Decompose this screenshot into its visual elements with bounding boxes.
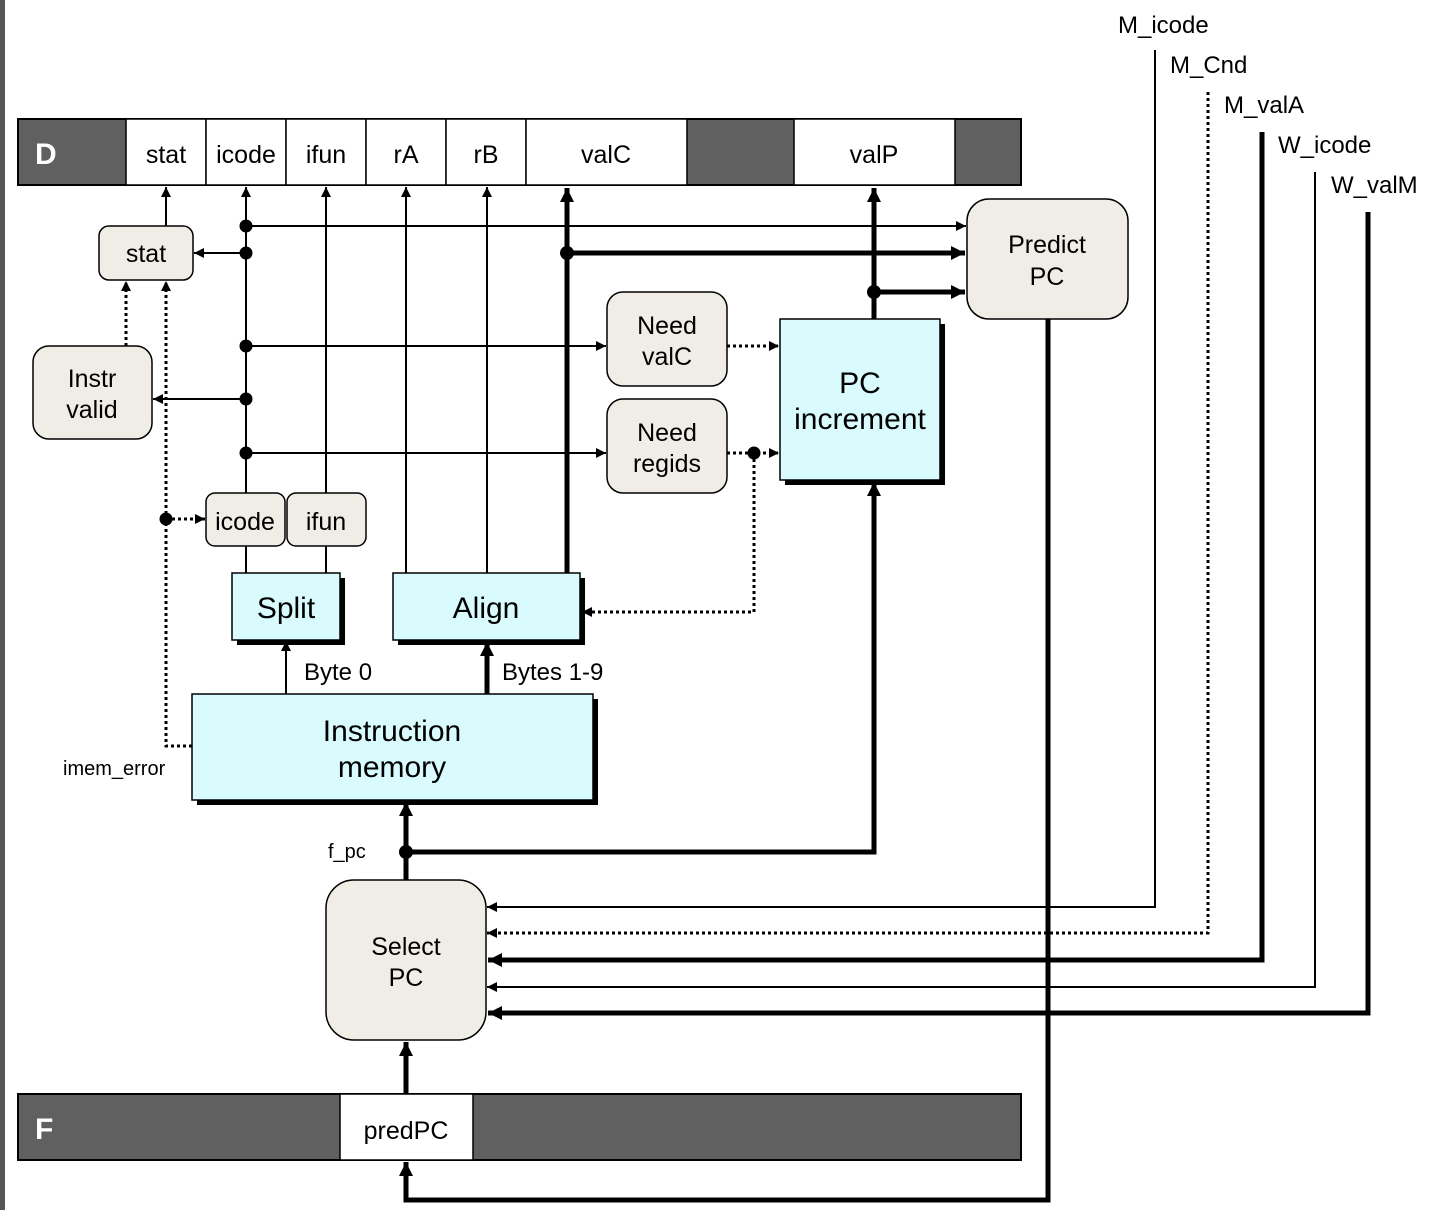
w-valm-label: W_valM	[1331, 172, 1418, 199]
svg-text:PC: PC	[1030, 263, 1065, 291]
instruction-memory-block: Instruction memory	[191, 693, 598, 805]
svg-text:Select: Select	[371, 933, 441, 961]
fetch-register: F predPC	[17, 1093, 1022, 1161]
decode-register: D stat icode ifun rA rB valC valP	[17, 118, 1022, 186]
svg-text:Align: Align	[453, 592, 520, 625]
svg-text:Predict: Predict	[1008, 231, 1086, 259]
byte0-label: Byte 0	[304, 659, 372, 686]
register-label-f: F	[35, 1113, 53, 1146]
need-valc-block: Need valC	[606, 291, 728, 387]
d-field-ifun: ifun	[306, 141, 346, 169]
pc-increment-block: PC increment	[779, 318, 945, 485]
svg-text:ifun: ifun	[306, 508, 346, 536]
svg-text:increment: increment	[794, 403, 926, 436]
svg-text:PC: PC	[389, 964, 424, 992]
svg-text:valid: valid	[66, 396, 117, 424]
split-block: Split	[231, 572, 345, 645]
svg-text:Instr: Instr	[68, 365, 117, 393]
svg-text:icode: icode	[215, 508, 275, 536]
f-pc-label: f_pc	[328, 841, 366, 863]
align-block: Align	[392, 572, 585, 645]
ifun-block: ifun	[286, 492, 367, 547]
svg-text:Split: Split	[257, 592, 316, 625]
predict-pc-block: Predict PC	[966, 198, 1129, 320]
d-field-icode: icode	[216, 141, 276, 169]
icode-block: icode	[205, 492, 286, 547]
d-field-valc: valC	[581, 141, 631, 169]
svg-text:Instruction: Instruction	[323, 715, 461, 748]
svg-text:PC: PC	[839, 367, 881, 400]
fetch-stage-diagram: D stat icode ifun rA rB valC valP F pred…	[17, 12, 1418, 1203]
svg-text:Need: Need	[637, 419, 697, 447]
d-field-ra: rA	[394, 141, 419, 169]
d-field-stat: stat	[146, 141, 186, 169]
svg-text:valC: valC	[642, 343, 692, 371]
d-field-rb: rB	[474, 141, 499, 169]
d-field-valp: valP	[850, 141, 899, 169]
m-icode-label: M_icode	[1118, 12, 1209, 39]
svg-text:memory: memory	[338, 751, 446, 784]
svg-text:regids: regids	[633, 450, 701, 478]
m-vala-label: M_valA	[1224, 92, 1304, 119]
f-field-predpc: predPC	[364, 1117, 449, 1145]
imem-error-label: imem_error	[63, 758, 166, 780]
register-label-d: D	[35, 138, 57, 171]
w-icode-label: W_icode	[1278, 132, 1371, 159]
svg-text:stat: stat	[126, 240, 166, 268]
bytes-1-9-label: Bytes 1-9	[502, 659, 603, 686]
need-regids-block: Need regids	[606, 398, 728, 494]
instr-valid-block: Instr valid	[32, 345, 153, 440]
stat-block: stat	[98, 225, 194, 281]
m-cnd-label: M_Cnd	[1170, 52, 1247, 79]
svg-text:Need: Need	[637, 312, 697, 340]
select-pc-block: Select PC	[325, 879, 487, 1041]
